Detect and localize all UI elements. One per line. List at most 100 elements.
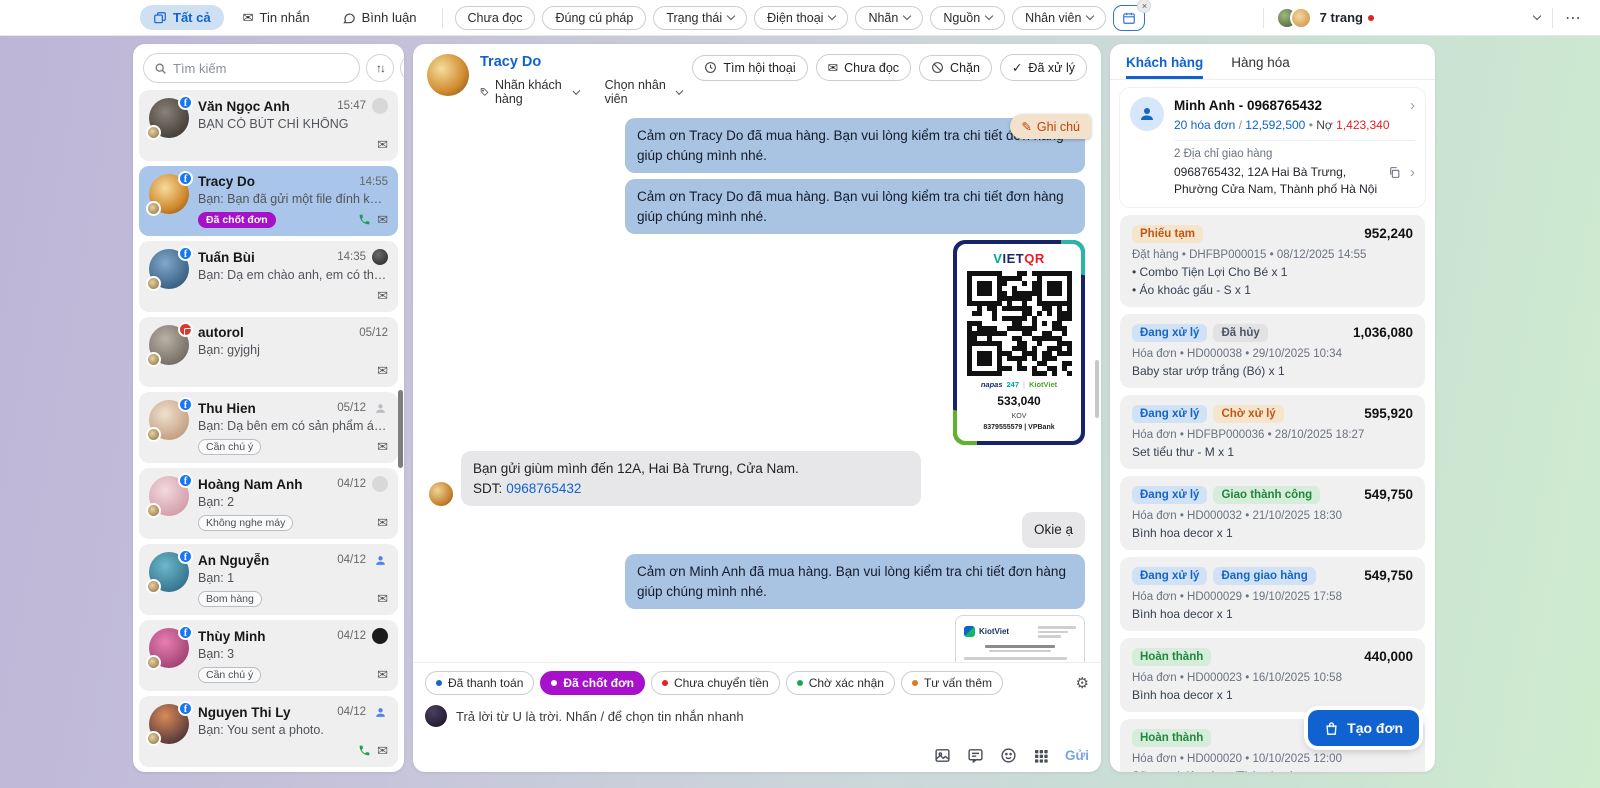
invoice-count[interactable]: 20 hóa đơn (1174, 118, 1235, 132)
conversation-item[interactable]: f Thùy Minh 04/12 Bạn: 3 Cần chú ý ✉ (139, 620, 398, 691)
conversation-item[interactable]: autorol 05/12 Bạn: gyjghj ✉ (139, 317, 398, 387)
tag-dot (436, 680, 442, 686)
block-button[interactable]: Chặn (919, 54, 992, 81)
order-info: Hóa đơn • HDFBP000036 • 28/10/2025 18:27 (1132, 428, 1365, 441)
tab-all[interactable]: Tất cả (140, 5, 224, 30)
find-conversation-button[interactable]: Tìm hội thoại (692, 54, 808, 81)
chat-header-info: Tracy Do Nhãn khách hàng Chọn nhân viên (480, 54, 683, 106)
create-order-button[interactable]: Tạo đơn (1308, 710, 1419, 746)
outgoing-message[interactable]: Cảm ơn Tracy Do đã mua hàng. Bạn vui lòn… (625, 179, 1085, 235)
resolved-button[interactable]: ✓ Đã xử lý (999, 54, 1087, 81)
avatar: f (146, 246, 193, 291)
chat-scrollbar[interactable] (1095, 360, 1099, 418)
quick-reply-icon[interactable] (967, 747, 984, 764)
copy-icon[interactable] (1388, 166, 1401, 179)
mark-unread-button[interactable]: ✉ Chưa đọc (815, 54, 912, 81)
assign-staff-dropdown[interactable]: Chọn nhân viên (605, 78, 683, 106)
filter-label[interactable]: Nhãn (855, 5, 924, 30)
page-avatar (146, 352, 161, 367)
filter-phone[interactable]: Điện thoại (754, 5, 849, 30)
order-card[interactable]: Đang xử lý Chờ xử lý 595,920 Hóa đơn • H… (1120, 394, 1425, 469)
image-icon[interactable] (934, 747, 951, 764)
sidebar-scrollbar[interactable] (398, 390, 403, 468)
quick-tag-paid[interactable]: Đã thanh toán (425, 671, 535, 695)
chevron-right-icon[interactable]: › (1410, 164, 1415, 181)
message-row: Okie ạ (429, 512, 1085, 548)
avatar: f (146, 625, 193, 670)
order-card[interactable]: Hoàn thành 440,000 Hóa đơn • HD000023 • … (1120, 637, 1425, 712)
pages-chevron-icon[interactable] (1532, 11, 1542, 21)
invoice-image-attachment[interactable]: KiotViet (955, 615, 1085, 662)
conversation-item[interactable]: f An Nguyễn 04/12 Bạn: 1 Bom hàng ✉ (139, 544, 398, 615)
search-input[interactable] (173, 60, 349, 76)
vietqr-payment-card[interactable]: VIETQR napas 247 | KiotViet 533,040 KOV 8… (953, 240, 1085, 446)
filter-status[interactable]: Trạng thái (653, 5, 748, 30)
emoji-icon[interactable] (1000, 747, 1017, 764)
outgoing-message[interactable]: Cảm ơn Minh Anh đã mua hàng. Bạn vui lòn… (625, 553, 1085, 610)
page-avatar (146, 276, 161, 291)
conversation-name: Tracy Do (198, 174, 256, 189)
conversation-content: Thu Hien 05/12 Bạn: Dạ bên em có sản phẩm… (198, 400, 388, 455)
quick-tag-not-transferred[interactable]: Chưa chuyển tiền (650, 671, 780, 695)
note-button[interactable]: ✎ Ghi chú (1010, 114, 1091, 139)
filter-unread[interactable]: Chưa đọc (454, 5, 536, 30)
message-input-area: Gửi (413, 701, 1101, 772)
filter-staff[interactable]: Nhân viên (1012, 5, 1107, 30)
customer-message-avatar (429, 482, 453, 507)
sort-button[interactable]: ↑↓ (366, 54, 394, 82)
customer-label-dropdown[interactable]: Nhãn khách hàng (480, 78, 581, 106)
conversation-preview: Bạn: 1 (198, 571, 235, 585)
order-status-badge: Đang xử lý (1132, 323, 1208, 342)
order-amount: 595,920 (1364, 406, 1413, 422)
clear-date-icon[interactable]: × (1137, 0, 1152, 13)
qr-bank-info: KOV 8379555579 | VPBank (962, 412, 1076, 433)
conversation-item[interactable]: f Hoàng Nam Anh 04/12 Bạn: 2 Không nghe m… (139, 468, 398, 539)
order-card[interactable]: Đang xử lý Giao thành công 549,750 Hóa đ… (1120, 475, 1425, 550)
order-card[interactable]: Đang xử lý Đã hủy 1,036,080 Hóa đơn • HD… (1120, 313, 1425, 388)
conversation-item-selected[interactable]: f Tracy Do 14:55 Bạn: Bạn đã gửi một file… (139, 166, 398, 236)
filter-source[interactable]: Nguồn (930, 5, 1006, 30)
order-list: Phiếu tạm 952,240 Đặt hàng • DHFBP000015… (1110, 213, 1435, 772)
filter-unread-label: Chưa đọc (467, 10, 523, 25)
phone-number-link[interactable]: 0968765432 (506, 481, 581, 496)
gear-icon[interactable]: ⚙ (1076, 674, 1089, 692)
filter-list-button[interactable] (400, 54, 404, 82)
order-card[interactable]: Phiếu tạm 952,240 Đặt hàng • DHFBP000015… (1120, 214, 1425, 307)
conversation-item[interactable]: f Nguyen Thi Ly 04/12 Bạn: You sent a pho… (139, 696, 398, 767)
customer-card[interactable]: Minh Anh - 0968765432 › 20 hóa đơn / 12,… (1120, 88, 1425, 207)
tab-comments[interactable]: Bình luận (329, 5, 430, 30)
incoming-message[interactable]: Bạn gửi giùm mình đến 12A, Hai Bà Trưng,… (461, 451, 921, 507)
quick-tag-consult-more[interactable]: Tư vấn thêm (900, 671, 1004, 695)
more-menu-icon[interactable]: ⋯ (1565, 8, 1582, 28)
conversation-item[interactable]: f Tuấn Bùi 14:35 Bạn: Dạ em chào anh, em … (139, 241, 398, 312)
message-input[interactable] (456, 708, 1089, 724)
chevron-down-icon (903, 11, 912, 21)
quick-tag-awaiting-confirm[interactable]: Chờ xác nhận (785, 671, 895, 695)
chevron-right-icon[interactable]: › (1410, 97, 1415, 114)
order-card[interactable]: Đang xử lý Đang giao hàng 549,750 Hóa đơ… (1120, 556, 1425, 631)
qr-bank-code: KOV (1011, 413, 1027, 421)
conversation-item[interactable]: f Thu Hien 05/12 Bạn: Dạ bên em có sản ph… (139, 392, 398, 463)
search-box[interactable] (143, 53, 360, 83)
qr-code (966, 271, 1072, 377)
person-icon (375, 403, 385, 413)
order-status-badge: Phiếu tạm (1132, 224, 1203, 243)
outgoing-message[interactable]: Okie ạ (1021, 512, 1085, 548)
tab-customer[interactable]: Khách hàng (1126, 55, 1203, 79)
conversation-item[interactable]: f Văn Ngọc Anh 15:47 BẠN CÓ BÚT CHÌ KHÔNG… (139, 90, 398, 161)
block-label: Chặn (950, 60, 980, 75)
chat-customer-name[interactable]: Tracy Do (480, 54, 681, 70)
filter-syntax[interactable]: Đúng cú pháp (542, 5, 647, 30)
order-info: Hóa đơn • HD000020 • 10/10/2025 12:00 (1132, 752, 1342, 765)
shipping-address: 0968765432, 12A Hai Bà Trưng, Phường Cửa… (1174, 165, 1378, 197)
pages-count-label: 7 trang (1319, 10, 1363, 25)
conversation-time: 04/12 (337, 554, 366, 566)
tab-messages[interactable]: ✉ Tin nhắn (230, 5, 323, 31)
conversation-name: Thu Hien (198, 400, 256, 416)
conversation-time: 05/12 (337, 402, 366, 414)
send-button[interactable]: Gửi (1065, 748, 1089, 763)
tab-products[interactable]: Hàng hóa (1231, 55, 1290, 79)
quick-tag-order-closed[interactable]: Đã chốt đơn (540, 671, 645, 695)
date-filter-button[interactable]: × (1113, 0, 1152, 31)
apps-grid-icon[interactable] (1033, 748, 1049, 764)
